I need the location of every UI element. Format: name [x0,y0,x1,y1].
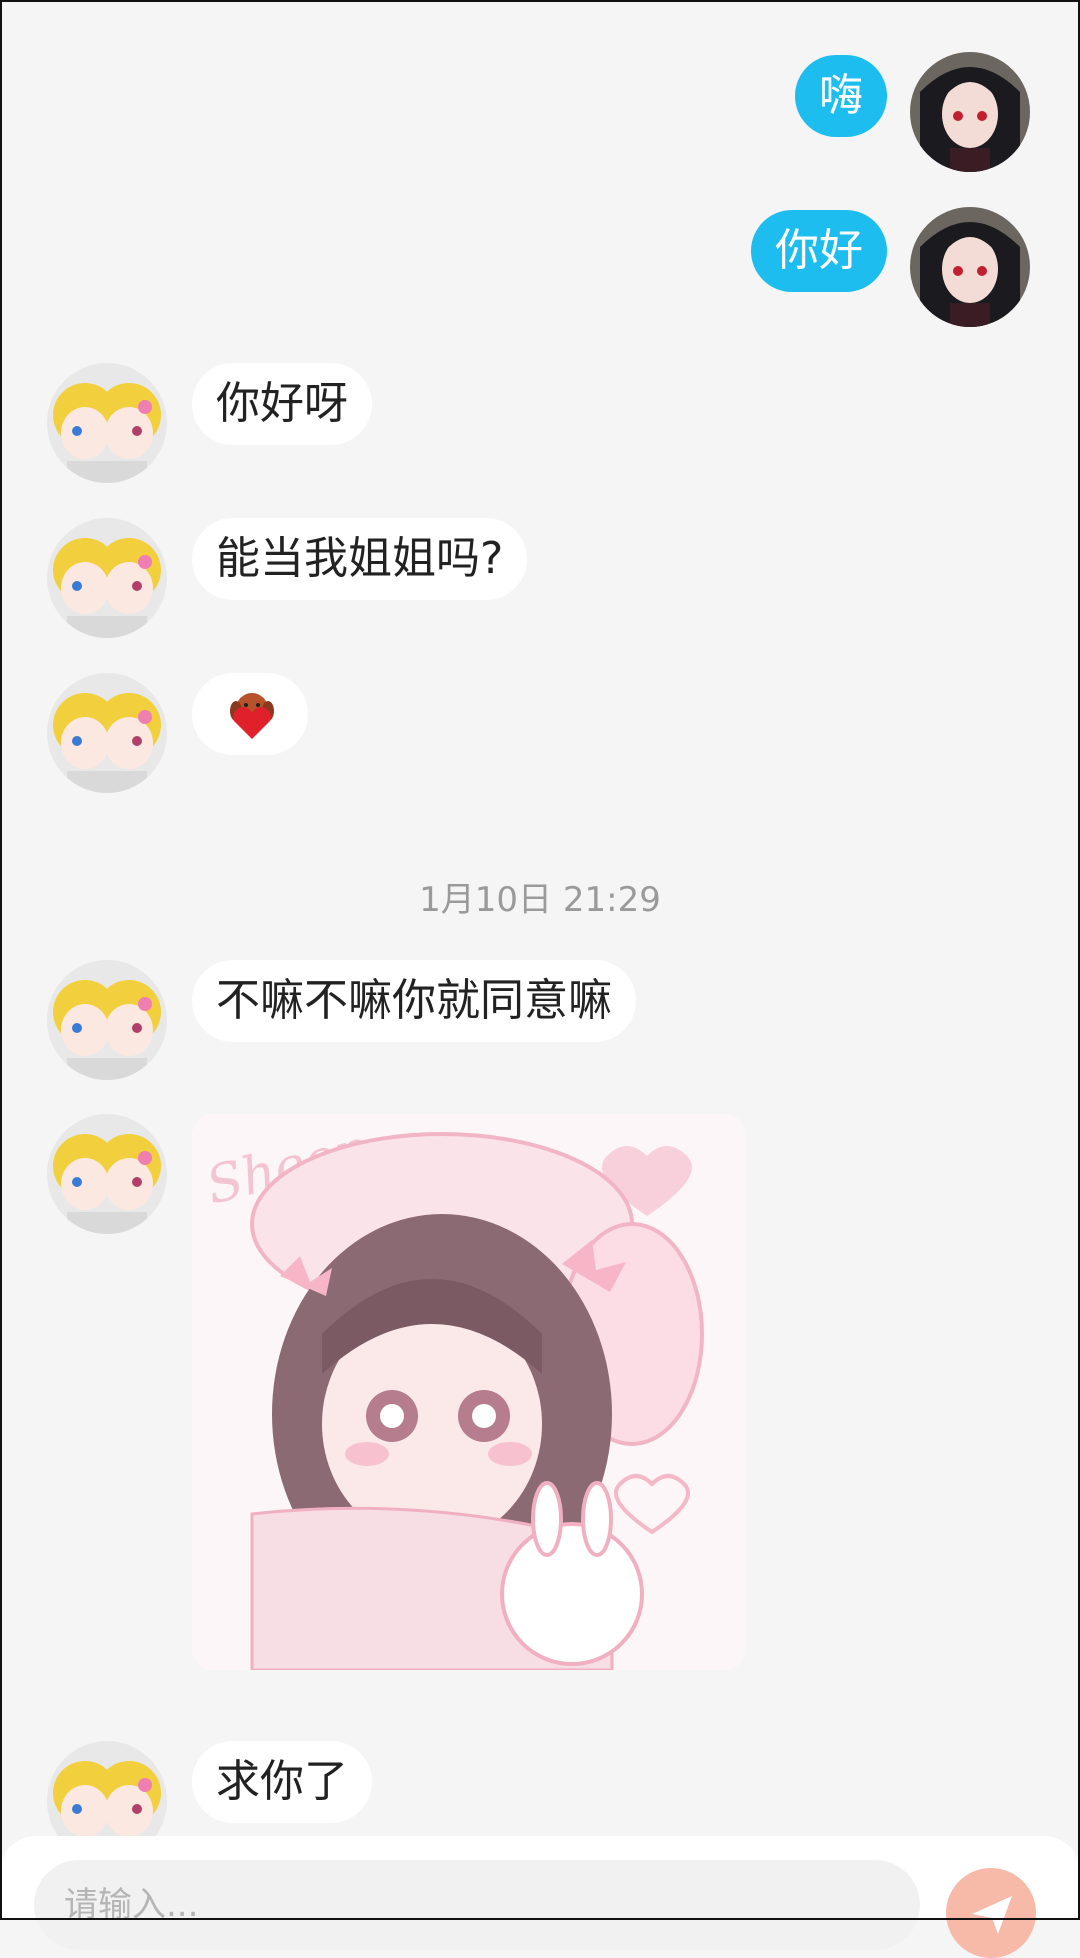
message-bubble-incoming[interactable]: 能当我姐姐吗? [192,518,528,600]
send-button[interactable] [946,1868,1036,1958]
message-bubble-outgoing[interactable]: 嗨 [795,55,887,137]
message-bubble-outgoing[interactable]: 你好 [751,210,887,292]
heart-emoji-icon [230,693,274,739]
avatar-contact[interactable] [47,518,167,638]
avatar-contact[interactable] [47,363,167,483]
image-message[interactable]: Sheep [192,1114,746,1670]
message-bubble-incoming[interactable]: 你好呀 [192,363,372,445]
avatar-self[interactable] [910,52,1030,172]
message-input[interactable] [34,1860,920,1950]
avatar-contact[interactable] [47,960,167,1080]
message-bubble-incoming[interactable]: 不嘛不嘛你就同意嘛 [192,960,636,1042]
avatar-self[interactable] [910,207,1030,327]
avatar-contact[interactable] [47,673,167,793]
timestamp: 1月10日 21:29 [419,880,661,920]
input-bar [0,1836,1080,1958]
avatar-contact[interactable] [47,1114,167,1234]
message-bubble-incoming[interactable]: 求你了 [192,1741,372,1823]
anime-girl-sticker-image: Sheep [192,1114,746,1670]
send-arrow-icon [972,1896,1012,1934]
